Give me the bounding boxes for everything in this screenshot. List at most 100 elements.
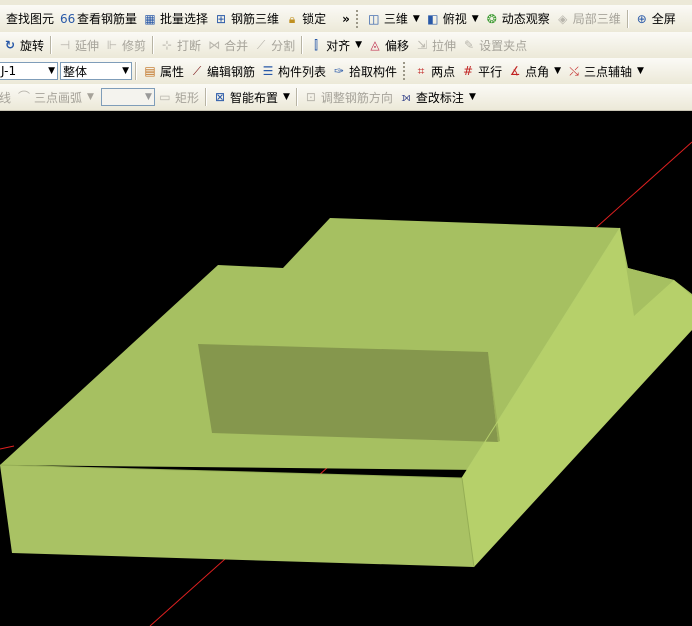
3d-viewport[interactable] bbox=[0, 111, 692, 626]
toolbar-overflow-button[interactable]: » bbox=[339, 8, 353, 30]
edit-rebar-button[interactable]: ⟋ 编辑钢筋 bbox=[187, 60, 258, 82]
extend-icon: ⊣ bbox=[59, 38, 71, 52]
trim-button[interactable]: ⊩ 修剪 bbox=[102, 34, 149, 56]
align-label: 对齐 bbox=[326, 38, 351, 53]
chevron-down-icon: ▼ bbox=[122, 66, 129, 76]
parallel-icon: # bbox=[463, 64, 474, 78]
rectangle-button[interactable]: ▭ 矩形 bbox=[155, 86, 202, 108]
split-button[interactable]: ⟋ 分割 bbox=[251, 34, 298, 56]
split-label: 分割 bbox=[271, 38, 296, 53]
toolbar-grip[interactable] bbox=[355, 9, 361, 28]
view-3d-button[interactable]: ◫ 三维 ▼ bbox=[364, 8, 423, 30]
three-point-axis-icon: ⤯ bbox=[569, 64, 579, 78]
chevron-down-icon: ▼ bbox=[412, 13, 420, 24]
local-3d-button[interactable]: ◈ 局部三维 bbox=[553, 8, 624, 30]
fullscreen-label: 全屏 bbox=[651, 12, 676, 26]
edit-toolbar: ↻ 旋转 ⊣ 延伸 ⊩ 修剪 ⊹ 打断 ⋈ 合并 ⟋ 分割 ⫿ 对齐 ▼ ◬ 偏移 ⇲ 拉伸 ✎ 设置… bbox=[0, 32, 692, 59]
rotate-button[interactable]: ↻ 旋转 bbox=[0, 34, 47, 56]
lock-button[interactable]: 🔒︎ 锁定 bbox=[282, 8, 329, 30]
rebar-qty-icon: 66 bbox=[60, 11, 76, 26]
extend-label: 延伸 bbox=[75, 38, 100, 53]
overflow-label: » bbox=[342, 11, 350, 26]
scope-select[interactable]: 整体 ▼ bbox=[60, 62, 132, 80]
component-list-label: 构件列表 bbox=[278, 64, 327, 79]
toolbar-grip[interactable] bbox=[403, 62, 408, 80]
toolbar-separator bbox=[152, 36, 155, 54]
view-rebar-qty-label: 查看钢筋量 bbox=[77, 12, 138, 26]
3d-scene[interactable] bbox=[0, 111, 692, 626]
two-points-label: 两点 bbox=[431, 64, 456, 79]
two-points-icon: ⌗ bbox=[417, 64, 425, 78]
rebar-3d-label: 钢筋三维 bbox=[231, 12, 280, 26]
chevron-down-icon: ▼ bbox=[87, 92, 94, 102]
parallel-button[interactable]: # 平行 bbox=[458, 60, 505, 82]
smart-layout-label: 智能布置 bbox=[229, 90, 278, 105]
chevron-down-icon: ▼ bbox=[637, 66, 644, 76]
lock-label: 锁定 bbox=[302, 12, 327, 26]
merge-button[interactable]: ⋈ 合并 bbox=[204, 34, 251, 56]
orbit-icon: ❂ bbox=[486, 11, 497, 26]
batch-select-icon: ▦ bbox=[144, 11, 156, 26]
check-annotation-button[interactable]: ⟕ 查改标注 ▼ bbox=[396, 86, 479, 108]
offset-label: 偏移 bbox=[385, 38, 410, 53]
component-select[interactable]: J-1 ▼ bbox=[0, 62, 58, 80]
edit-rebar-icon: ⟋ bbox=[192, 64, 202, 78]
cube-icon: ◫ bbox=[368, 11, 380, 26]
pick-component-button[interactable]: ✑ 拾取构件 bbox=[329, 60, 400, 82]
top-view-button[interactable]: ◧ 俯视 ▼ bbox=[423, 8, 482, 30]
rectangle-icon: ▭ bbox=[159, 90, 171, 104]
merge-label: 合并 bbox=[224, 38, 249, 53]
annotation-icon: ⟕ bbox=[401, 90, 411, 104]
view-rebar-qty-button[interactable]: 66 查看钢筋量 bbox=[57, 8, 140, 30]
three-point-arc-button[interactable]: ⌒ 三点画弧 ▼ bbox=[14, 86, 97, 108]
offset-button[interactable]: ◬ 偏移 bbox=[365, 34, 412, 56]
extend-button[interactable]: ⊣ 延伸 bbox=[55, 34, 102, 56]
two-points-button[interactable]: ⌗ 两点 bbox=[411, 60, 458, 82]
pick-component-label: 拾取构件 bbox=[349, 64, 398, 79]
rotate-label: 旋转 bbox=[20, 38, 45, 53]
find-element-button[interactable]: ⌕查找图元 bbox=[0, 8, 57, 30]
toolbar-separator bbox=[295, 88, 298, 106]
component-list-button[interactable]: ☰ 构件列表 bbox=[258, 60, 329, 82]
align-button[interactable]: ⫿ 对齐 ▼ bbox=[306, 34, 365, 56]
properties-button[interactable]: ▤ 属性 bbox=[140, 60, 187, 82]
break-button[interactable]: ⊹ 打断 bbox=[157, 34, 204, 56]
dynamic-observe-label: 动态观察 bbox=[501, 12, 550, 26]
grip-point-icon: ✎ bbox=[464, 38, 475, 52]
stretch-label: 拉伸 bbox=[432, 38, 457, 53]
find-icon: ⌕ bbox=[0, 12, 3, 26]
arc-option-select[interactable]: ▼ bbox=[100, 88, 155, 106]
chevron-down-icon: ▼ bbox=[355, 40, 363, 50]
fullscreen-button[interactable]: ⊕ 全屏 bbox=[632, 8, 679, 30]
stretch-button[interactable]: ⇲ 拉伸 bbox=[412, 34, 459, 56]
dynamic-observe-button[interactable]: ❂ 动态观察 bbox=[482, 8, 553, 30]
rebar-3d-icon: ⊞ bbox=[216, 11, 227, 26]
batch-select-button[interactable]: ▦ 批量选择 bbox=[140, 8, 211, 30]
three-point-axis-label: 三点辅轴 bbox=[584, 64, 633, 79]
toolbar-separator bbox=[626, 9, 629, 28]
properties-icon: ▤ bbox=[144, 64, 156, 78]
toolbar-separator bbox=[135, 62, 137, 80]
point-angle-button[interactable]: ∡ 点角 ▼ bbox=[505, 60, 564, 82]
three-point-axis-button[interactable]: ⤯ 三点辅轴 ▼ bbox=[564, 60, 647, 82]
rectangle-label: 矩形 bbox=[174, 90, 199, 105]
recess-inner-face bbox=[198, 344, 498, 442]
trim-label: 修剪 bbox=[122, 38, 147, 53]
adjust-rebar-dir-button[interactable]: ⊡ 调整钢筋方向 bbox=[301, 86, 396, 108]
parallel-label: 平行 bbox=[478, 64, 503, 79]
top-view-label: 俯视 bbox=[442, 12, 467, 26]
footing-front-face bbox=[0, 465, 474, 567]
chevron-down-icon: ▼ bbox=[48, 66, 55, 76]
rebar-3d-button[interactable]: ⊞ 钢筋三维 bbox=[211, 8, 282, 30]
zoom-icon: ⊕ bbox=[636, 11, 647, 26]
offset-icon: ◬ bbox=[370, 38, 380, 52]
stretch-icon: ⇲ bbox=[417, 38, 428, 52]
trim-icon: ⊩ bbox=[106, 38, 118, 52]
break-icon: ⊹ bbox=[162, 38, 173, 52]
rotate-icon: ↻ bbox=[4, 38, 16, 52]
smart-layout-button[interactable]: ⊠ 智能布置 ▼ bbox=[210, 86, 293, 108]
scope-select-value: 整体 bbox=[63, 64, 88, 79]
component-toolbar: J-1 ▼ 整体 ▼ ▤ 属性 ⟋ 编辑钢筋 ☰ 构件列表 ✑ 拾取构件 ⌗ 两点 # 平行 ∡… bbox=[0, 58, 692, 85]
line-button[interactable]: 线 bbox=[0, 86, 14, 108]
set-grip-button[interactable]: ✎ 设置夹点 bbox=[459, 34, 530, 56]
